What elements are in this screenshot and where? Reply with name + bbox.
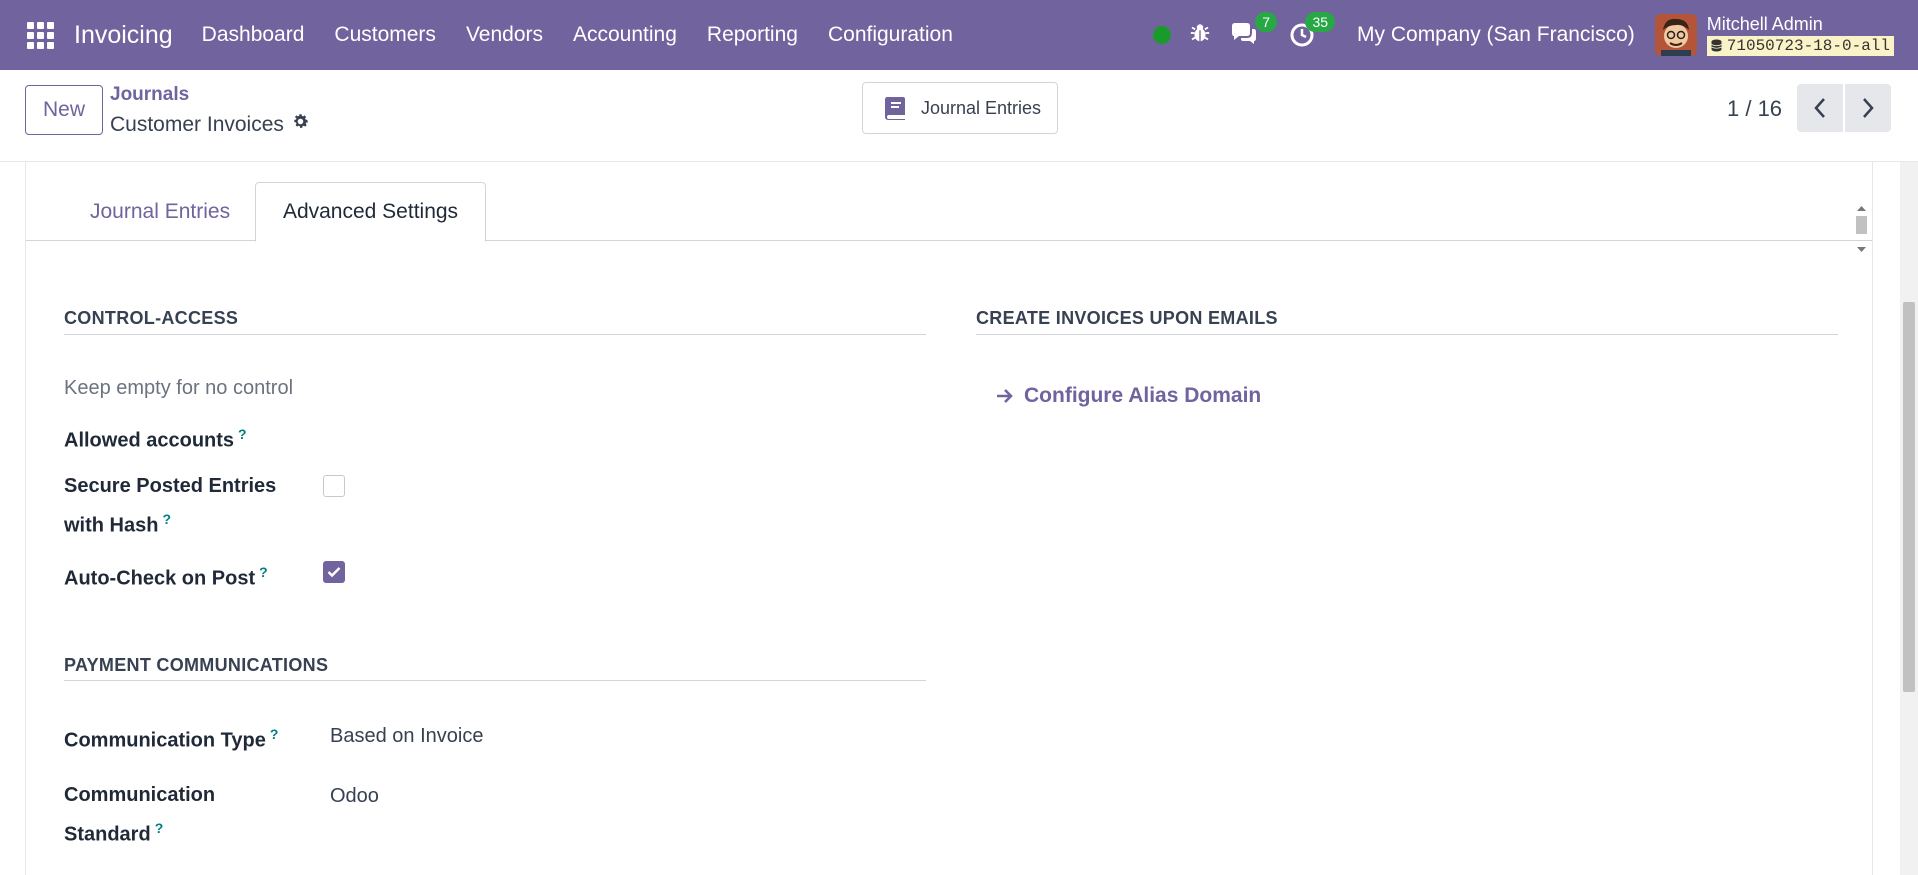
activities-button[interactable]: 35 xyxy=(1287,12,1336,50)
auto-check-help-icon[interactable]: ? xyxy=(259,564,268,580)
smart-button-label: Journal Entries xyxy=(921,97,1042,118)
auto-check-label-text: Auto-Check on Post xyxy=(64,567,256,590)
record-title: Customer Invoices xyxy=(110,112,284,136)
auto-check-checkbox[interactable] xyxy=(323,561,345,583)
navbar-systray: 7 35 My Company (San Francisco) Mitchell… xyxy=(1153,0,1894,70)
company-switcher[interactable]: My Company (San Francisco) xyxy=(1357,23,1635,47)
pager-value[interactable]: 1 / 16 xyxy=(1727,96,1782,122)
journal-entries-smart-button[interactable]: Journal Entries xyxy=(862,82,1058,134)
tab-journal-entries[interactable]: Journal Entries xyxy=(90,182,230,241)
arrow-right-icon xyxy=(997,389,1013,403)
communication-type-select[interactable]: Based on Invoice xyxy=(330,725,483,748)
page-scrollbar[interactable] xyxy=(1900,162,1918,875)
allowed-accounts-help-icon[interactable]: ? xyxy=(238,426,247,442)
checkmark-icon xyxy=(327,567,341,578)
secure-label-line1: Secure Posted Entries xyxy=(64,475,277,497)
allowed-accounts-label: Allowed accounts? xyxy=(64,418,247,458)
new-button[interactable]: New xyxy=(25,85,103,135)
chevron-right-icon xyxy=(1863,98,1874,118)
secure-posted-entries-label: Secure Posted Entries with Hash? xyxy=(64,470,276,543)
user-menu[interactable]: Mitchell Admin 71050723-18-0-all xyxy=(1706,13,1894,56)
notebook-tabs: Journal Entries Advanced Settings xyxy=(26,182,1872,252)
communication-standard-line2: Standard xyxy=(64,823,151,846)
app-menu-grid-icon[interactable] xyxy=(26,21,54,49)
payment-communications-title: PAYMENT COMMUNICATIONS xyxy=(64,655,329,675)
secure-label-line2: with Hash xyxy=(64,514,159,537)
page-scrollbar-thumb[interactable] xyxy=(1903,302,1915,692)
database-name-badge: 71050723-18-0-all xyxy=(1706,35,1894,56)
menu-reporting[interactable]: Reporting xyxy=(707,23,798,47)
configure-alias-domain-link[interactable]: Configure Alias Domain xyxy=(996,384,1261,408)
menu-configuration[interactable]: Configuration xyxy=(828,23,953,47)
tabs-scrollbar[interactable] xyxy=(1854,202,1869,257)
breadcrumb-journals[interactable]: Journals xyxy=(110,84,189,106)
communication-standard-label: Communication Standard? xyxy=(64,779,215,852)
communication-type-label: Communication Type? xyxy=(64,718,278,758)
create-invoices-title: CREATE INVOICES UPON EMAILS xyxy=(976,308,1278,328)
create-invoices-divider xyxy=(976,334,1838,335)
form-sheet: Journal Entries Advanced Settings CONTRO… xyxy=(25,162,1873,875)
communication-standard-help-icon[interactable]: ? xyxy=(155,820,164,836)
user-avatar[interactable] xyxy=(1654,14,1697,56)
secure-posted-entries-checkbox[interactable] xyxy=(323,475,345,497)
allowed-accounts-label-text: Allowed accounts xyxy=(64,429,235,452)
menu-dashboard[interactable]: Dashboard xyxy=(202,23,305,47)
communication-type-label-text: Communication Type xyxy=(64,729,266,752)
database-icon xyxy=(1711,39,1722,52)
book-icon xyxy=(885,97,905,120)
messages-button[interactable]: 7 xyxy=(1229,12,1278,50)
presence-status-icon xyxy=(1153,26,1172,44)
communication-type-help-icon[interactable]: ? xyxy=(270,726,279,742)
menu-vendors[interactable]: Vendors xyxy=(466,23,543,47)
pager-next-button[interactable] xyxy=(1845,84,1891,132)
tab-advanced-settings[interactable]: Advanced Settings xyxy=(255,182,486,242)
activities-count-badge: 35 xyxy=(1305,12,1336,32)
pager-previous-button[interactable] xyxy=(1797,84,1843,132)
breadcrumb-current-record: Customer Invoices xyxy=(110,112,310,137)
communication-standard-select[interactable]: Odoo xyxy=(330,785,379,808)
debug-bug-icon[interactable] xyxy=(1189,22,1211,49)
control-panel: New Journals Customer Invoices Journal E… xyxy=(0,70,1918,162)
control-access-title: CONTROL-ACCESS xyxy=(64,308,239,328)
user-name: Mitchell Admin xyxy=(1706,13,1823,34)
allowed-accounts-hint: Keep empty for no control xyxy=(64,377,294,399)
top-navbar: Invoicing Dashboard Customers Vendors Ac… xyxy=(0,0,1918,70)
auto-check-label: Auto-Check on Post? xyxy=(64,556,268,596)
secure-help-icon[interactable]: ? xyxy=(162,511,171,527)
app-name[interactable]: Invoicing xyxy=(74,21,173,50)
menu-customers[interactable]: Customers xyxy=(334,23,436,47)
database-name-text: 71050723-18-0-all xyxy=(1726,36,1890,55)
communication-standard-line1: Communication xyxy=(64,784,216,806)
chat-bubbles-icon xyxy=(1232,23,1257,44)
control-access-divider xyxy=(64,334,926,335)
configure-alias-domain-text: Configure Alias Domain xyxy=(1024,384,1262,407)
gear-icon[interactable] xyxy=(291,112,310,137)
menu-accounting[interactable]: Accounting xyxy=(573,23,677,47)
chevron-left-icon xyxy=(1814,98,1825,118)
messages-count-badge: 7 xyxy=(1255,12,1278,32)
payment-communications-divider xyxy=(64,680,926,681)
